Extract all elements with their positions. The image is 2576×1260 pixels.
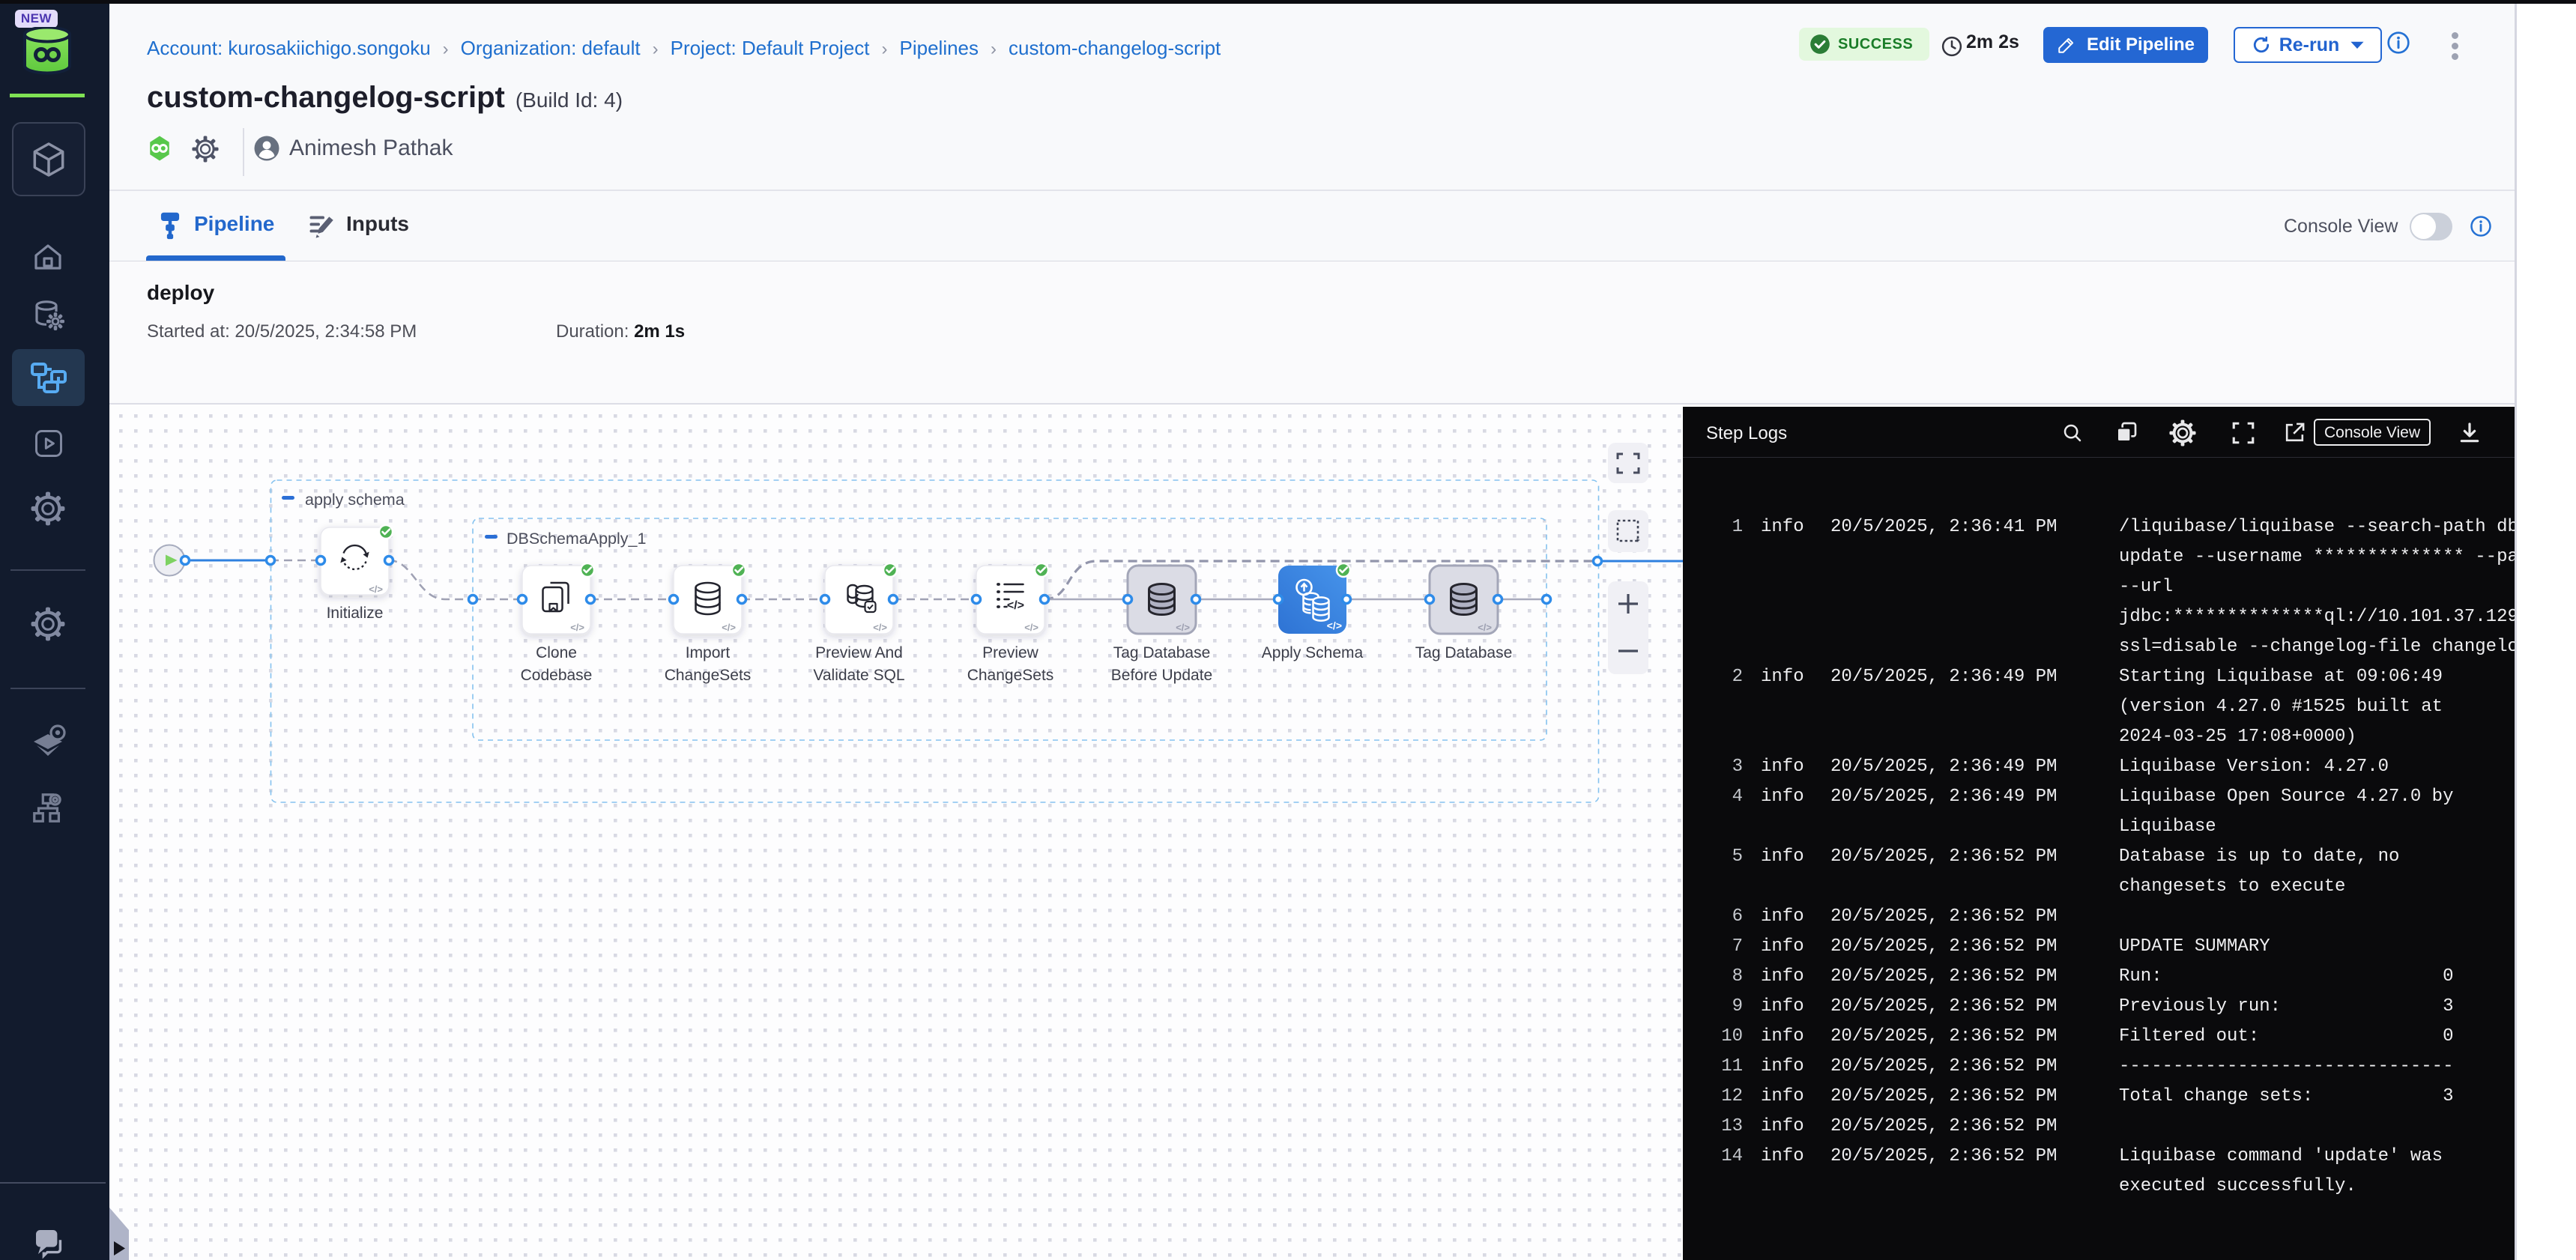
svg-text:DBSchemaApply_1: DBSchemaApply_1 [507,530,646,548]
svg-text:Tag Database: Tag Database [1113,644,1211,661]
svg-text:Clone: Clone [536,644,577,661]
svg-text:Codebase: Codebase [521,667,593,684]
svg-text:</>: </> [1024,622,1038,633]
svg-text:ChangeSets: ChangeSets [967,667,1054,684]
svg-text:Preview: Preview [982,644,1039,661]
svg-text:</>: </> [369,584,383,595]
svg-text:</>: </> [1478,622,1492,633]
svg-text:Preview And: Preview And [815,644,903,661]
svg-text:?: ? [42,1230,52,1247]
svg-text:Tag Database: Tag Database [1415,644,1513,661]
svg-text:</>: </> [873,622,887,633]
svg-text:Initialize: Initialize [327,605,384,622]
svg-text:Validate SQL: Validate SQL [813,667,904,684]
svg-text:Import: Import [686,644,731,661]
svg-text:Apply Schema: Apply Schema [1262,644,1364,661]
svg-text:</>: </> [1007,599,1024,612]
svg-text:</>: </> [722,622,736,633]
svg-text:</>: </> [1176,622,1190,633]
svg-text:</>: </> [1327,620,1342,631]
svg-text:apply schema: apply schema [305,491,405,509]
svg-text:ChangeSets: ChangeSets [665,667,752,684]
svg-text:</>: </> [570,622,584,633]
svg-text:Before Update: Before Update [1111,667,1212,684]
